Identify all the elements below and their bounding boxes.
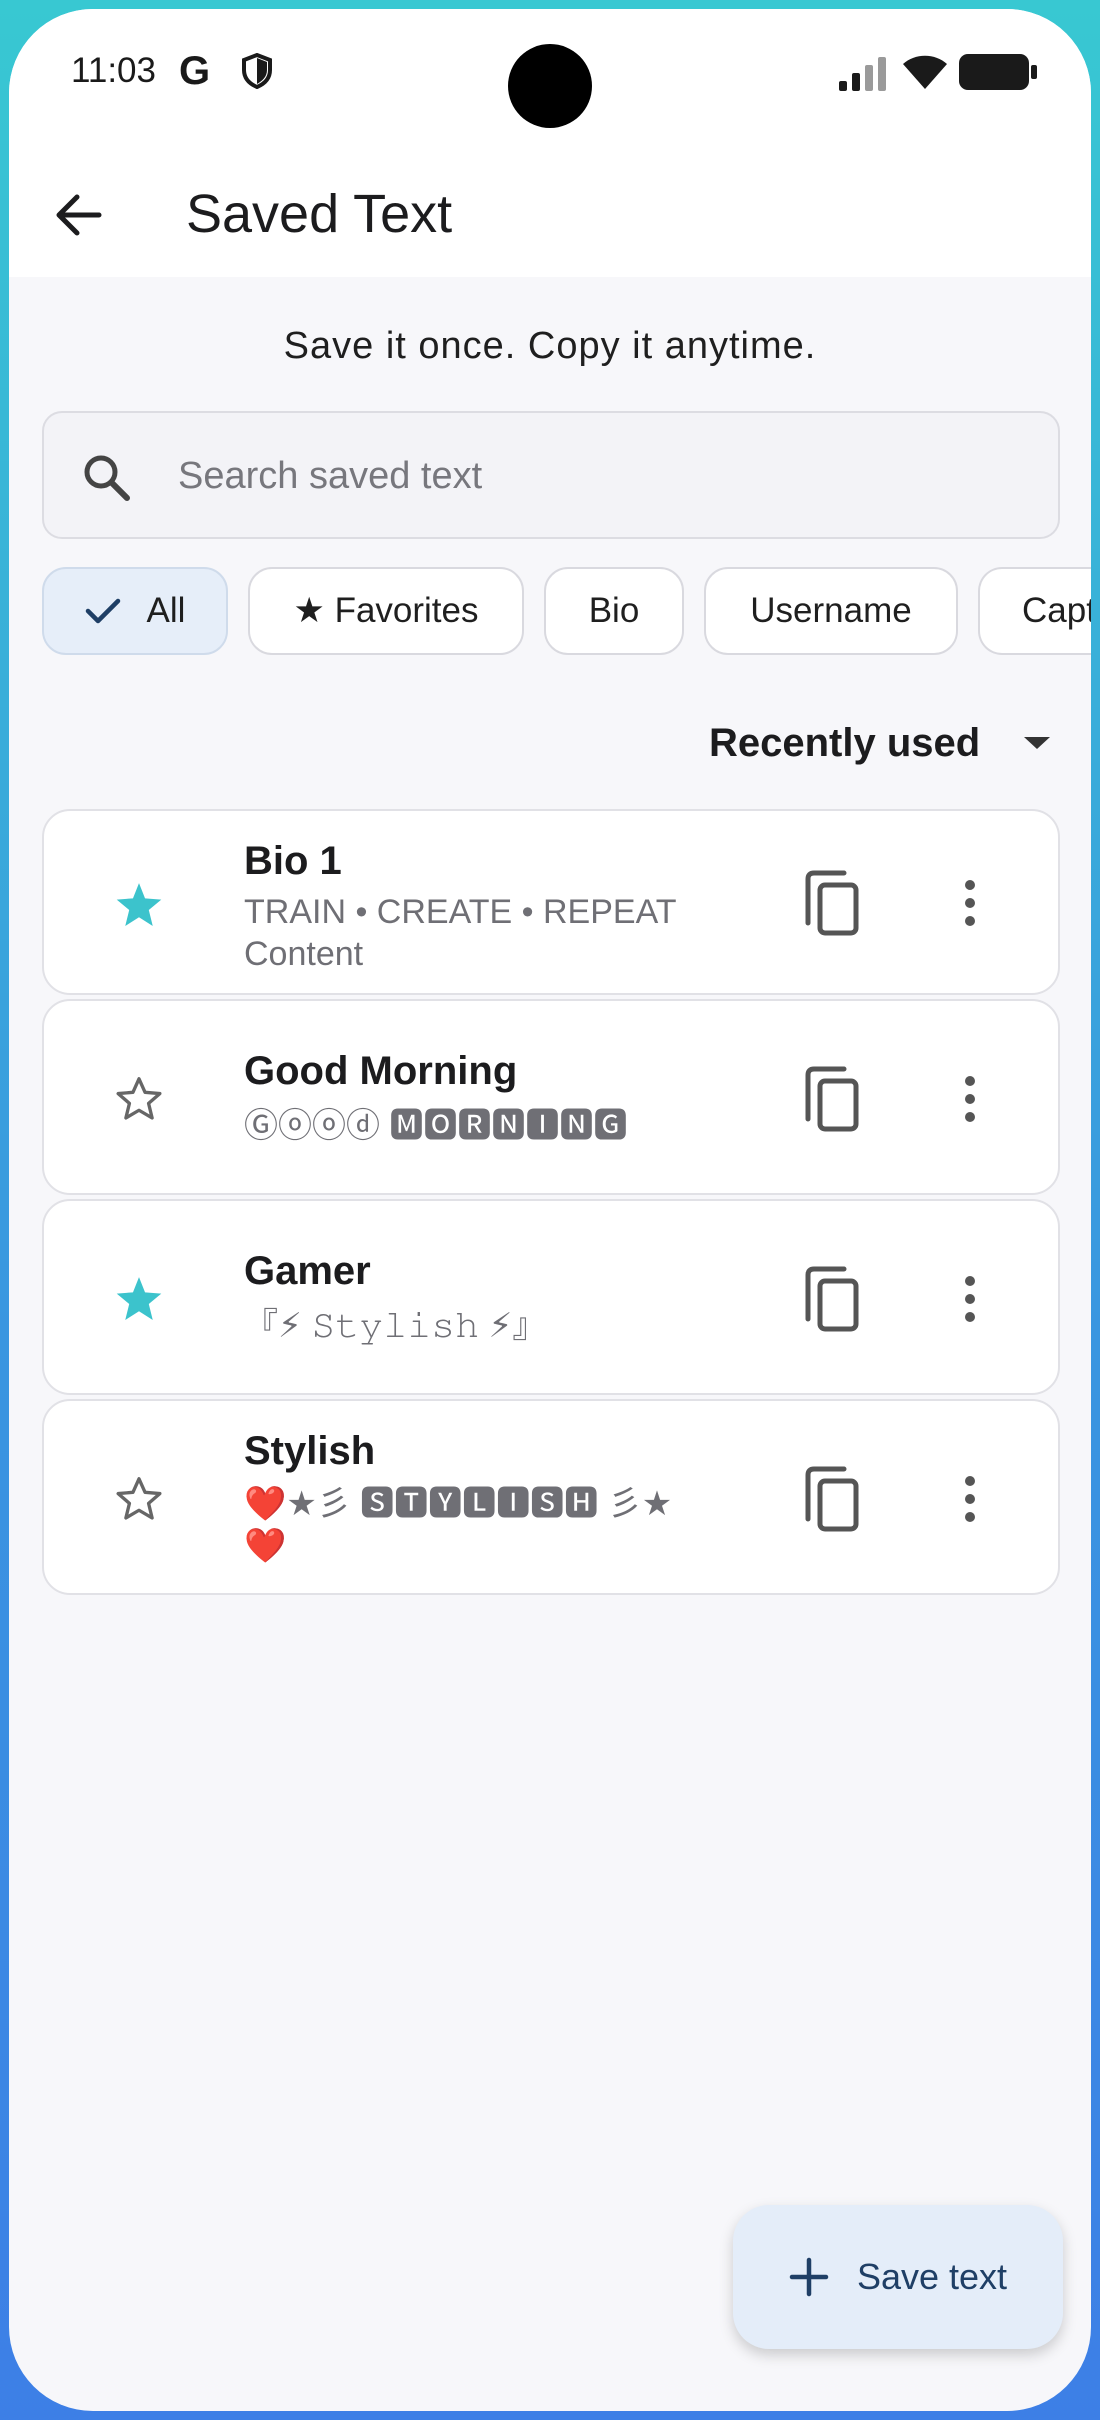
- copy-icon[interactable]: [800, 867, 864, 939]
- star-filled-icon[interactable]: [114, 881, 164, 929]
- copy-icon[interactable]: [800, 1463, 864, 1535]
- chip-label: Bio: [588, 591, 640, 630]
- page-title: Saved Text: [186, 184, 453, 244]
- chip-label: Username: [750, 591, 912, 630]
- chip-all[interactable]: All: [42, 567, 228, 655]
- item-preview: TRAIN • CREATE • REPEAT Content: [244, 893, 676, 973]
- shield-icon: [242, 53, 272, 89]
- chip-label: All: [146, 591, 186, 630]
- search-icon: [84, 455, 130, 501]
- item-preview: ❤️★彡 🆂🆃🆈🅻🅸🆂🅷 彡★❤️: [244, 1485, 673, 1565]
- camera-cutout: [508, 44, 592, 128]
- list-item[interactable]: Gamer 『⚡ 𝚂𝚝𝚢𝚕𝚒𝚜𝚑 ⚡』: [42, 1199, 1060, 1395]
- item-preview: 『⚡ 𝚂𝚝𝚢𝚕𝚒𝚜𝚑 ⚡』: [244, 1307, 547, 1345]
- battery-icon: [959, 54, 1037, 90]
- more-vert-icon: [965, 1076, 975, 1122]
- signal-icon: [839, 57, 886, 91]
- search-input[interactable]: [178, 439, 1018, 513]
- chip-bio[interactable]: Bio: [544, 567, 684, 655]
- item-title: Gamer: [244, 1249, 371, 1293]
- copy-icon[interactable]: [800, 1063, 864, 1135]
- filter-chips: All ★ Favorites Bio Username Capt: [42, 567, 1091, 657]
- google-icon: G: [179, 49, 211, 93]
- search-bar[interactable]: [42, 411, 1060, 539]
- star-outline-icon[interactable]: [114, 1075, 164, 1123]
- chip-label: Capt: [1022, 591, 1091, 630]
- status-time: 11:03: [71, 51, 156, 90]
- sort-dropdown[interactable]: Recently used: [709, 713, 1052, 773]
- copy-icon[interactable]: [800, 1263, 864, 1335]
- list-item[interactable]: Good Morning Ⓖⓞⓞⓓ 🅼🅾🆁🅽🅸🅽🅶: [42, 999, 1060, 1195]
- more-options-button[interactable]: [950, 1463, 990, 1535]
- chip-favorites[interactable]: ★ Favorites: [248, 567, 524, 655]
- sort-label: Recently used: [709, 720, 981, 765]
- more-vert-icon: [965, 1276, 975, 1322]
- chip-caption[interactable]: Capt: [978, 567, 1091, 655]
- item-preview: Ⓖⓞⓞⓓ 🅼🅾🆁🅽🅸🅽🅶: [244, 1107, 628, 1145]
- star-filled-icon[interactable]: [114, 1275, 164, 1323]
- wifi-icon: [903, 55, 947, 89]
- phone-screen: 11:03 G Saved Text Save it once. Copy it…: [9, 9, 1091, 2411]
- more-vert-icon: [965, 880, 975, 926]
- item-title: Bio 1: [244, 839, 342, 883]
- check-icon: [85, 598, 120, 624]
- item-title: Stylish: [244, 1429, 376, 1473]
- list-item[interactable]: Stylish ❤️★彡 🆂🆃🆈🅻🅸🆂🅷 彡★❤️: [42, 1399, 1060, 1595]
- save-text-button[interactable]: Save text: [733, 2205, 1063, 2349]
- more-options-button[interactable]: [950, 1063, 990, 1135]
- plus-icon: [789, 2257, 829, 2297]
- back-button[interactable]: [39, 175, 119, 255]
- caret-down-icon: [1024, 737, 1051, 749]
- item-title: Good Morning: [244, 1049, 518, 1093]
- list-item[interactable]: Bio 1 TRAIN • CREATE • REPEAT Content: [42, 809, 1060, 995]
- fab-label: Save text: [856, 2256, 1008, 2297]
- star-outline-icon[interactable]: [114, 1475, 164, 1523]
- tagline: Save it once. Copy it anytime.: [283, 325, 817, 367]
- more-options-button[interactable]: [950, 867, 990, 939]
- more-options-button[interactable]: [950, 1263, 990, 1335]
- more-vert-icon: [965, 1476, 975, 1522]
- chip-username[interactable]: Username: [704, 567, 958, 655]
- chip-label: ★ Favorites: [293, 591, 479, 630]
- arrow-left-icon: [56, 194, 102, 236]
